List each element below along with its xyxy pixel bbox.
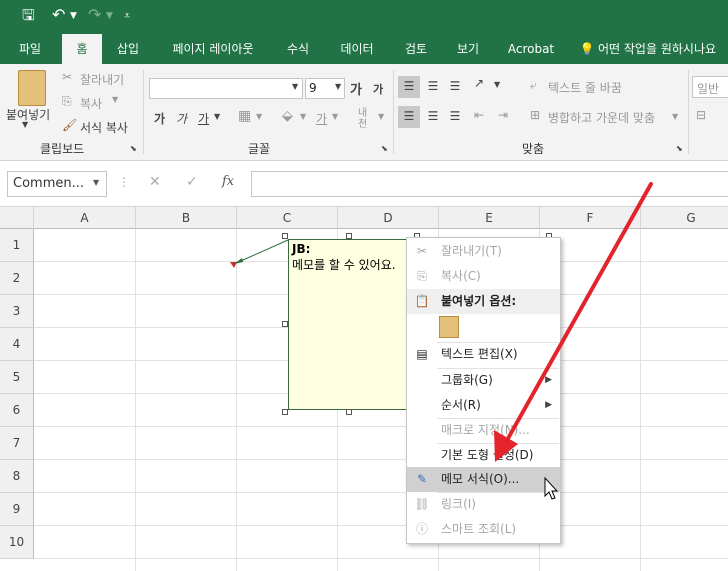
annotation-layer xyxy=(494,182,653,500)
red-arrow-shaft xyxy=(504,182,653,444)
red-arrow-head-icon xyxy=(494,430,518,462)
mouse-cursor-icon xyxy=(544,476,559,500)
